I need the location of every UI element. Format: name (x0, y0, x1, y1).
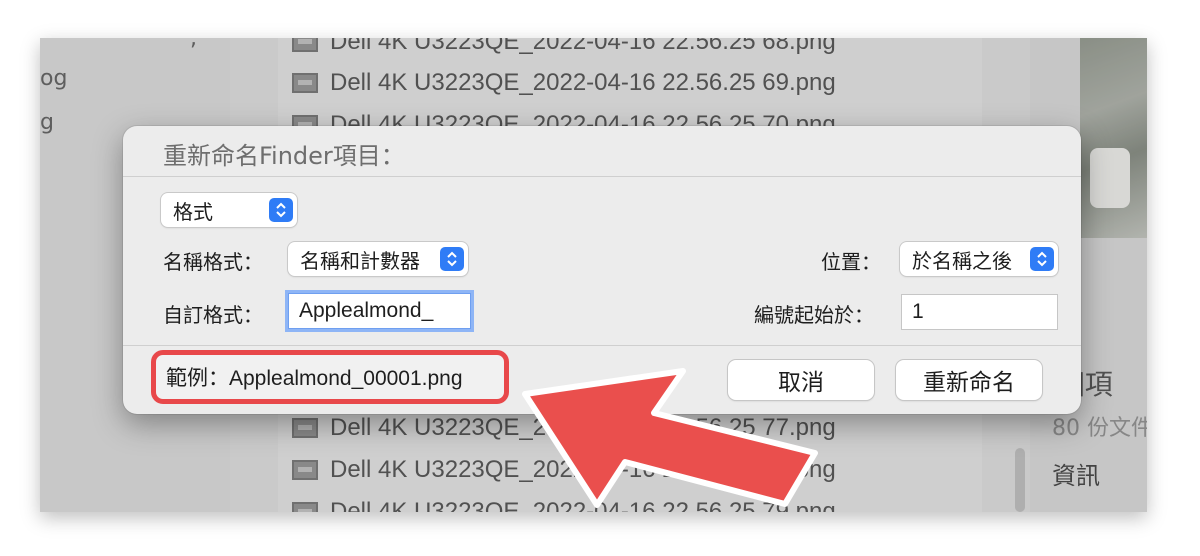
dialog-title: 重新命名Finder項目： (163, 142, 405, 170)
rename-dialog: 重新命名Finder項目： 格式 名稱格式： 名稱和計數器 位置： 於名稱之後 … (123, 126, 1081, 414)
custom-format-input[interactable]: Applealmond_ (288, 293, 471, 329)
start-number-label: 編號起始於： (754, 303, 874, 327)
divider (123, 176, 1081, 177)
position-popup-label: 於名稱之後 (912, 248, 1012, 273)
cancel-button[interactable]: 取消 (728, 360, 874, 400)
position-popup[interactable]: 於名稱之後 (900, 242, 1058, 276)
name-format-label: 名稱格式： (163, 250, 263, 274)
example-preview-highlight: 範例：Applealmond_00001.png (151, 350, 509, 404)
position-label: 位置： (821, 250, 881, 274)
custom-format-label: 自訂格式： (163, 303, 263, 327)
name-format-popup[interactable]: 名稱和計數器 (288, 242, 468, 276)
start-number-input[interactable]: 1 (901, 294, 1058, 330)
up-down-chevron-icon (1030, 247, 1054, 271)
mode-popup[interactable]: 格式 (161, 193, 297, 227)
divider (123, 345, 1081, 346)
rename-button[interactable]: 重新命名 (896, 360, 1042, 400)
up-down-chevron-icon (440, 247, 464, 271)
mode-popup-label: 格式 (173, 199, 213, 224)
name-format-popup-label: 名稱和計數器 (300, 248, 420, 273)
example-preview-text: 範例：Applealmond_00001.png (166, 367, 463, 390)
up-down-chevron-icon (269, 198, 293, 222)
